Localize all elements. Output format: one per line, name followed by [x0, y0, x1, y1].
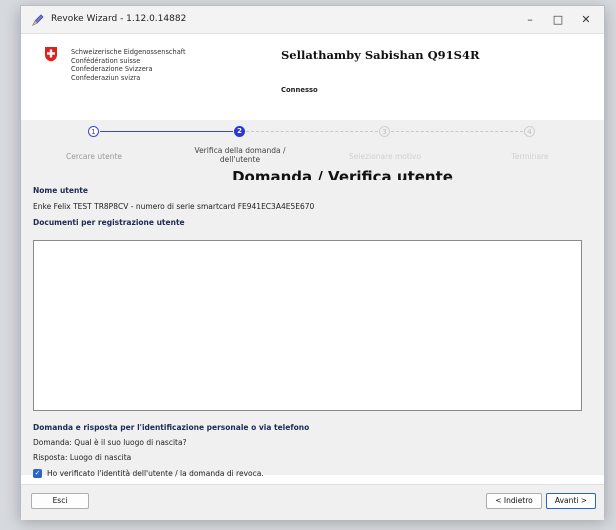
exit-button[interactable]: Esci [31, 493, 89, 509]
username-label: Nome utente [33, 186, 88, 195]
connection-status: Connesso [281, 86, 318, 94]
question-section-label: Domanda e risposta per l'identificazione… [33, 423, 310, 432]
progress-line-completed [100, 131, 233, 132]
documents-area[interactable] [33, 240, 582, 411]
step-3-indicator: 3 [379, 126, 390, 137]
step-1-label: Cercare utente [65, 152, 123, 161]
step-2-label: Verifica della domanda / dell'utente [194, 146, 286, 164]
window-title: Revoke Wizard - 1.12.0.14882 [51, 14, 187, 24]
footer: Esci < Indietro Avanti > [21, 484, 604, 520]
progress-line-pending [391, 131, 523, 132]
header: Schweizerische Eidgenossenschaft Confédé… [21, 34, 604, 121]
confederation-name-it: Confederazione Svizzera [71, 65, 153, 73]
step-2-indicator: 2 [234, 126, 245, 137]
security-answer: Risposta: Luogo di nascita [33, 453, 132, 462]
logged-in-user-name: Sellathamby Sabishan Q91S4R [281, 48, 480, 62]
main-content: Nome utente Enke Felix TEST TR8P8CV - nu… [21, 180, 604, 478]
swiss-cross-logo [45, 47, 57, 62]
security-question: Domanda: Qual è il suo luogo di nascita? [33, 438, 187, 447]
title-bar: Revoke Wizard - 1.12.0.14882 – □ ✕ [21, 6, 604, 34]
confederation-name-rm: Confederaziun svizra [71, 73, 141, 82]
step-4-label: Terminare [511, 152, 549, 161]
username-value: Enke Felix TEST TR8P8CV - numero di seri… [33, 202, 315, 211]
confederation-names: Schweizerische Eidgenossenschaft Confédé… [71, 48, 186, 82]
close-button[interactable]: ✕ [576, 11, 596, 29]
step-1-indicator: 1 [88, 126, 99, 137]
app-pen-icon [32, 14, 44, 26]
progress-line-pending [246, 131, 378, 132]
step-4-indicator: 4 [524, 126, 535, 137]
wizard-progress: 1 2 3 4 Cercare utente Verifica della do… [21, 120, 604, 186]
confederation-name-de: Schweizerische Eidgenossenschaft [71, 48, 186, 56]
maximize-button[interactable]: □ [548, 11, 568, 29]
next-button[interactable]: Avanti > [546, 493, 596, 509]
confederation-name-fr: Confédération suisse [71, 56, 141, 65]
revoke-wizard-window: Revoke Wizard - 1.12.0.14882 – □ ✕ Schwe… [20, 5, 605, 520]
step-3-label: Selezionare motivo [349, 152, 421, 161]
back-button[interactable]: < Indietro [486, 493, 542, 509]
documents-label: Documenti per registrazione utente [33, 218, 185, 227]
minimize-button[interactable]: – [520, 11, 540, 29]
verify-identity-checkbox[interactable]: ✓ [33, 469, 42, 478]
verify-identity-label[interactable]: Ho verificato l'identità dell'utente / l… [47, 469, 264, 478]
